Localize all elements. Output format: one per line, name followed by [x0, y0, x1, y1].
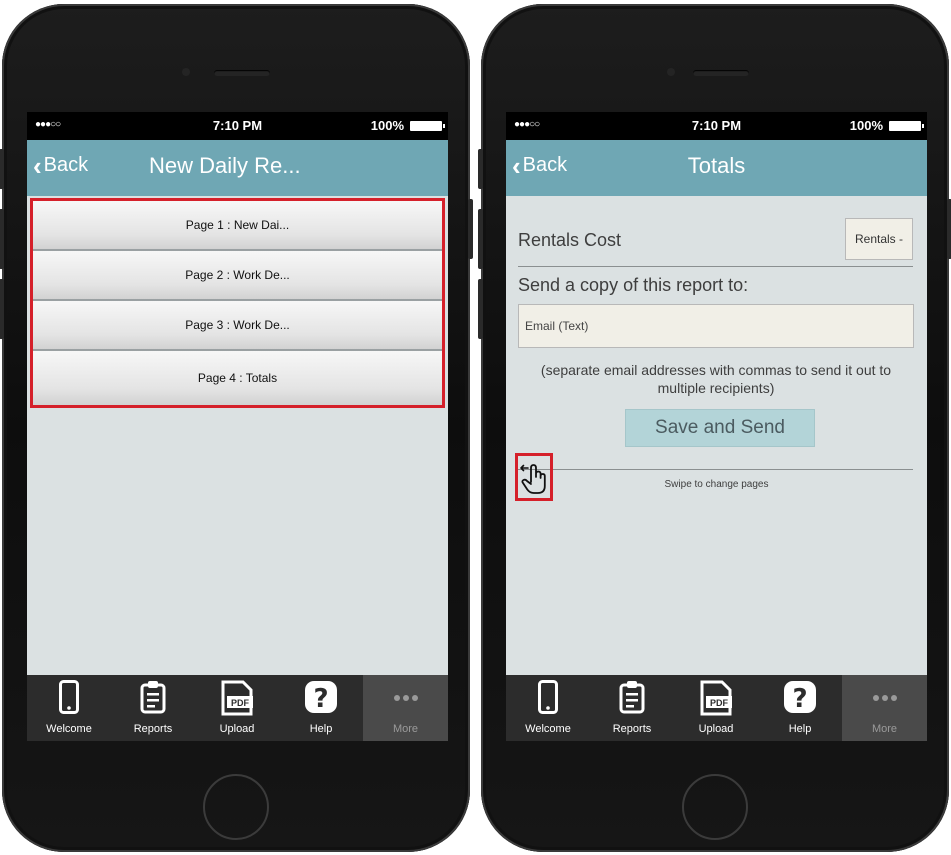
svg-text:?: ?: [792, 684, 807, 714]
help-icon: ?: [305, 681, 337, 714]
tab-label: Upload: [698, 723, 734, 735]
tab-label: Reports: [133, 723, 173, 735]
tab-bar: Welcome Reports PDF Upload ? Help More: [506, 675, 927, 741]
save-and-send-button[interactable]: Save and Send: [625, 409, 815, 447]
camera: [182, 68, 190, 76]
power-button: [468, 199, 473, 259]
tab-label: More: [392, 723, 419, 735]
email-hint: (separate email addresses with commas to…: [540, 362, 892, 396]
mute-switch: [0, 149, 4, 189]
tab-reports[interactable]: Reports: [111, 675, 195, 741]
page-item-2[interactable]: Page 2 : Work De...: [33, 251, 442, 301]
status-bar: ●●●○○ 7:10 PM 100%: [506, 112, 927, 140]
back-label: Back: [43, 154, 89, 176]
tab-help[interactable]: ? Help: [279, 675, 363, 741]
right-screen: ●●●○○ 7:10 PM 100% ‹ Back Totals Rentals…: [506, 112, 927, 741]
nav-bar: ‹ Back New Daily Re...: [27, 140, 448, 196]
tab-label: Help: [788, 723, 812, 735]
page-item-1[interactable]: Page 1 : New Dai...: [33, 201, 442, 251]
page-list: Page 1 : New Dai... Page 2 : Work De... …: [30, 198, 445, 408]
tab-bar: Welcome Reports PDF Upload ? Help More: [27, 675, 448, 741]
help-icon: ?: [784, 681, 816, 714]
left-screen: ●●●○○ 7:10 PM 100% ‹ Back New Daily Re..…: [27, 112, 448, 741]
tab-welcome[interactable]: Welcome: [27, 675, 111, 741]
right-phone: ●●●○○ 7:10 PM 100% ‹ Back Totals Rentals…: [478, 4, 951, 852]
battery-icon: [410, 121, 445, 131]
svg-text:?: ?: [313, 684, 328, 714]
email-input[interactable]: [518, 304, 914, 348]
speaker: [214, 70, 270, 76]
page-item-3[interactable]: Page 3 : Work De...: [33, 301, 442, 351]
tab-label: Welcome: [46, 723, 92, 735]
page-title: Totals: [687, 153, 746, 178]
volume-up-button: [478, 209, 483, 269]
phone-icon: [59, 680, 79, 714]
phone-icon: [538, 680, 558, 714]
chevron-left-icon: ‹: [33, 150, 42, 181]
home-button[interactable]: [203, 774, 269, 840]
nav-bar: ‹ Back Totals: [506, 140, 927, 196]
more-dots-icon: [872, 695, 897, 701]
volume-down-button: [0, 279, 4, 339]
tab-label: Upload: [219, 723, 255, 735]
rentals-row: Rentals Cost Rentals -: [518, 218, 913, 268]
send-copy-label: Send a copy of this report to:: [518, 275, 749, 295]
tab-more[interactable]: More: [842, 675, 927, 741]
divider: [518, 469, 913, 470]
home-button[interactable]: [682, 774, 748, 840]
status-bar: ●●●○○ 7:10 PM 100%: [27, 112, 448, 140]
clipboard-icon: [140, 681, 166, 714]
page-item-4[interactable]: Page 4 : Totals: [33, 351, 442, 405]
power-button: [947, 199, 951, 259]
hand-swipe-icon: [520, 464, 546, 494]
tab-label: Welcome: [525, 723, 571, 735]
speaker: [693, 70, 749, 76]
camera: [667, 68, 675, 76]
battery-percent: 100%: [849, 118, 883, 133]
battery-percent: 100%: [370, 118, 404, 133]
volume-down-button: [478, 279, 483, 339]
pdf-icon: PDF: [700, 680, 732, 716]
tab-more[interactable]: More: [363, 675, 448, 741]
tab-upload[interactable]: PDF Upload: [195, 675, 279, 741]
tab-welcome[interactable]: Welcome: [506, 675, 590, 741]
back-button[interactable]: ‹ Back: [33, 150, 89, 181]
rentals-label: Rentals Cost: [518, 230, 622, 250]
more-dots-icon: [393, 695, 418, 701]
tab-label: More: [871, 723, 898, 735]
divider: [518, 266, 913, 267]
svg-text:PDF: PDF: [710, 698, 729, 708]
clipboard-icon: [619, 681, 645, 714]
tab-reports[interactable]: Reports: [590, 675, 674, 741]
page-title: New Daily Re...: [149, 153, 301, 178]
volume-up-button: [0, 209, 4, 269]
tab-upload[interactable]: PDF Upload: [674, 675, 758, 741]
tab-label: Reports: [612, 723, 652, 735]
tab-label: Help: [309, 723, 333, 735]
swipe-hint: Swipe to change pages: [664, 479, 769, 490]
pdf-icon: PDF: [221, 680, 253, 716]
tab-help[interactable]: ? Help: [758, 675, 842, 741]
svg-text:PDF: PDF: [231, 698, 250, 708]
battery-icon: [889, 121, 924, 131]
left-phone: ●●●○○ 7:10 PM 100% ‹ Back New Daily Re..…: [0, 4, 473, 852]
mute-switch: [478, 149, 483, 189]
swipe-hand-highlight: [515, 453, 553, 501]
rentals-field[interactable]: Rentals -: [845, 218, 913, 260]
